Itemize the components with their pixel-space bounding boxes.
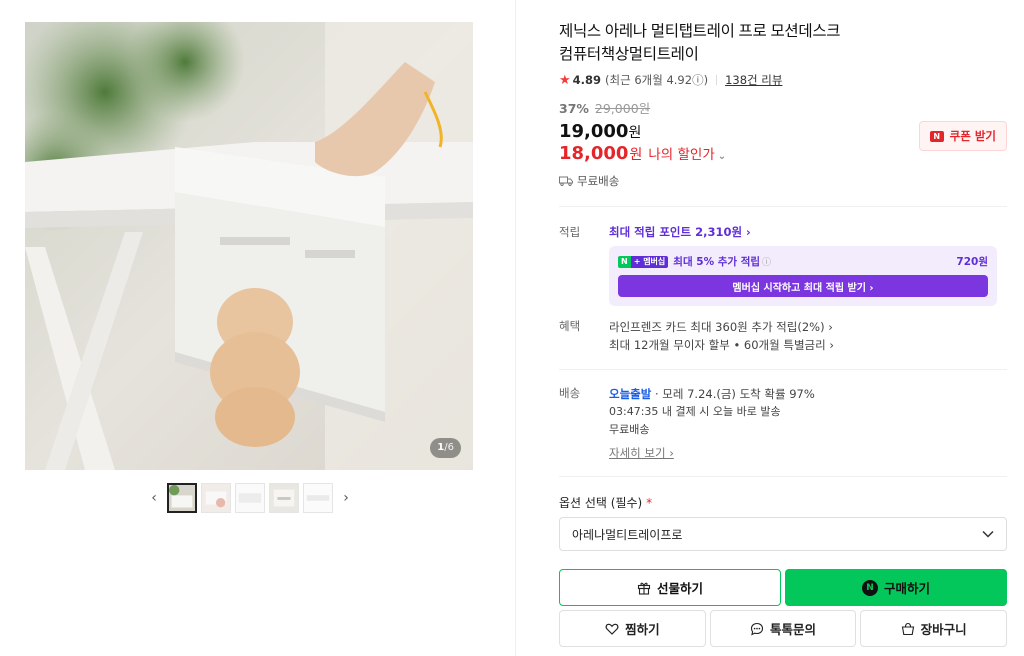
wish-label: 찜하기 [625, 622, 660, 637]
arrival-text: · 모레 7.24.(금) 도착 확률 97% [651, 387, 815, 401]
rating-score: 4.89 [572, 73, 602, 87]
option-select[interactable]: 아레나멀티트레이프로 [559, 517, 1007, 551]
buy-label: 구매하기 [883, 581, 930, 596]
star-icon: ★ [559, 72, 571, 88]
thumbnail[interactable] [201, 483, 231, 513]
won-unit: 원 [629, 147, 643, 163]
title-line-1: 제닉스 아레나 멀티탭트레이 프로 모션데스크 [559, 23, 841, 40]
title-line-2: 컴퓨터책상멀티트레이 [559, 46, 699, 63]
membership-plus: + 멤버십 [630, 255, 669, 268]
section-divider [559, 206, 1007, 207]
info-icon[interactable]: ⓘ [762, 255, 771, 268]
chevron-down-icon [982, 530, 994, 538]
option-label: 옵션 선택 (필수) * [559, 494, 1007, 511]
product-photo [25, 22, 473, 470]
option-selected-value: 아레나멀티트레이프로 [572, 527, 683, 542]
today-dispatch-tag: 오늘출발 [609, 387, 652, 401]
secondary-actions: 찜하기 톡톡문의 장바구니 [559, 610, 1008, 647]
column-divider [515, 0, 516, 656]
coupon-label: 쿠폰 받기 [949, 129, 996, 143]
coupon-button[interactable]: N 쿠폰 받기 [918, 121, 1007, 151]
recent-rating[interactable]: (최근 6개월 4.92ⓘ) [605, 72, 708, 88]
product-gallery: 1/6 ‹ › [25, 22, 473, 513]
cart-label: 장바구니 [920, 622, 967, 637]
naver-n-icon: N [618, 255, 631, 268]
truck-icon [559, 176, 573, 186]
discount-line: 37% 29,000원 [559, 98, 1007, 117]
installment-benefit-link[interactable]: 최대 12개월 무이자 할부 • 60개월 특별금리 › [609, 336, 1007, 354]
gift-icon [637, 582, 651, 595]
price-block: 37% 29,000원 19,000원 18,000 원 나의 할인가 ⌄ N 쿠… [559, 98, 1007, 189]
thumbnail[interactable] [303, 483, 333, 513]
main-product-image[interactable]: 1/6 [25, 22, 473, 470]
option-section: 옵션 선택 (필수) * 아레나멀티트레이프로 [559, 494, 1007, 551]
membership-text: 최대 5% 추가 적립 [673, 256, 761, 268]
thumbnail[interactable] [167, 483, 197, 513]
sale-price-value: 19,000 [559, 121, 629, 142]
my-price-value: 18,000 [559, 143, 629, 164]
thumbnail[interactable] [269, 483, 299, 513]
option-label-text: 옵션 선택 (필수) [559, 496, 647, 510]
thumb-next-button[interactable]: › [337, 483, 355, 513]
gift-button[interactable]: 선물하기 [559, 569, 781, 606]
delivery-estimate: 오늘출발 · 모레 7.24.(금) 도착 확률 97% [609, 385, 1007, 403]
buy-button[interactable]: N 구매하기 [785, 569, 1007, 606]
shipping-text: 무료배송 [577, 174, 620, 188]
chevron-down-icon: ⌄ [717, 151, 727, 162]
points-label: 적립 [559, 225, 581, 239]
wish-button[interactable]: 찜하기 [559, 610, 706, 647]
heart-icon [605, 623, 619, 635]
dispatch-deadline: 03:47:35 내 결제 시 오늘 바로 발송 [609, 405, 781, 418]
shipping-row: 무료배송 [559, 173, 1007, 189]
delivery-more-link[interactable]: 자세히 보기 › [609, 445, 674, 461]
cart-button[interactable]: 장바구니 [860, 610, 1008, 647]
gift-label: 선물하기 [656, 581, 703, 596]
section-divider [559, 369, 1007, 370]
card-benefit-link[interactable]: 라인프렌즈 카드 최대 360원 추가 적립(2%) › [609, 318, 1007, 336]
delivery-section: 배송 오늘출발 · 모레 7.24.(금) 도착 확률 97% 03:47:35… [559, 385, 1007, 461]
membership-row: N + 멤버십 최대 5% 추가 적립 ⓘ 720원 [618, 254, 988, 269]
membership-badge: N + 멤버십 [618, 255, 669, 268]
original-price: 29,000원 [594, 101, 651, 116]
section-divider [559, 476, 1007, 477]
chat-bubble-icon [750, 622, 764, 636]
benefits-body: 라인프렌즈 카드 최대 360원 추가 적립(2%) › 최대 12개월 무이자… [609, 318, 1007, 354]
divider [716, 75, 718, 85]
membership-start-button[interactable]: 멤버십 시작하고 최대 적립 받기 › [618, 275, 988, 297]
naver-pay-icon: N [861, 579, 878, 596]
required-mark: * [646, 496, 653, 510]
talk-label: 톡톡문의 [770, 622, 817, 637]
primary-actions: 선물하기 N 구매하기 [559, 569, 1007, 606]
counter-total: /6 [444, 442, 454, 453]
talk-button[interactable]: 톡톡문의 [709, 610, 857, 647]
membership-amount: 720원 [956, 256, 988, 268]
membership-box: N + 멤버십 최대 5% 추가 적립 ⓘ 720원 멤버십 시작하고 최대 적립… [609, 246, 997, 306]
cart-icon [901, 622, 914, 635]
delivery-label: 배송 [559, 386, 581, 400]
won-unit: 원 [628, 125, 642, 141]
benefits-label: 혜택 [559, 319, 581, 333]
benefits-section: 혜택 라인프렌즈 카드 최대 360원 추가 적립(2%) › 최대 12개월 … [559, 318, 1007, 354]
review-count-link[interactable]: 138건 리뷰 [725, 72, 782, 88]
product-title: 제닉스 아레나 멀티탭트레이 프로 모션데스크 컴퓨터책상멀티트레이 [559, 20, 1007, 66]
thumbnail[interactable] [235, 483, 265, 513]
discount-rate: 37% [559, 101, 589, 116]
rating-row: ★ 4.89 (최근 6개월 4.92ⓘ) 138건 리뷰 [559, 72, 1007, 88]
thumb-prev-button[interactable]: ‹ [145, 483, 163, 513]
max-points-link[interactable]: 최대 적립 포인트 2,310원 › [609, 224, 1007, 240]
image-counter: 1/6 [430, 438, 461, 458]
naver-n-icon: N [929, 130, 944, 142]
my-discount-label: 나의 할인가 [648, 147, 715, 163]
thumbnail-strip: ‹ › [145, 482, 355, 514]
delivery-body: 오늘출발 · 모레 7.24.(금) 도착 확률 97% 03:47:35 내 … [609, 385, 1007, 461]
points-section: 적립 최대 적립 포인트 2,310원 › N + 멤버십 최대 5% 추가 적립… [559, 224, 1007, 306]
delivery-fee: 무료배송 [609, 423, 650, 436]
points-body: 최대 적립 포인트 2,310원 › N + 멤버십 최대 5% 추가 적립 ⓘ … [609, 224, 1007, 306]
product-info: 제닉스 아레나 멀티탭트레이 프로 모션데스크 컴퓨터책상멀티트레이 ★ 4.8… [559, 20, 1008, 647]
